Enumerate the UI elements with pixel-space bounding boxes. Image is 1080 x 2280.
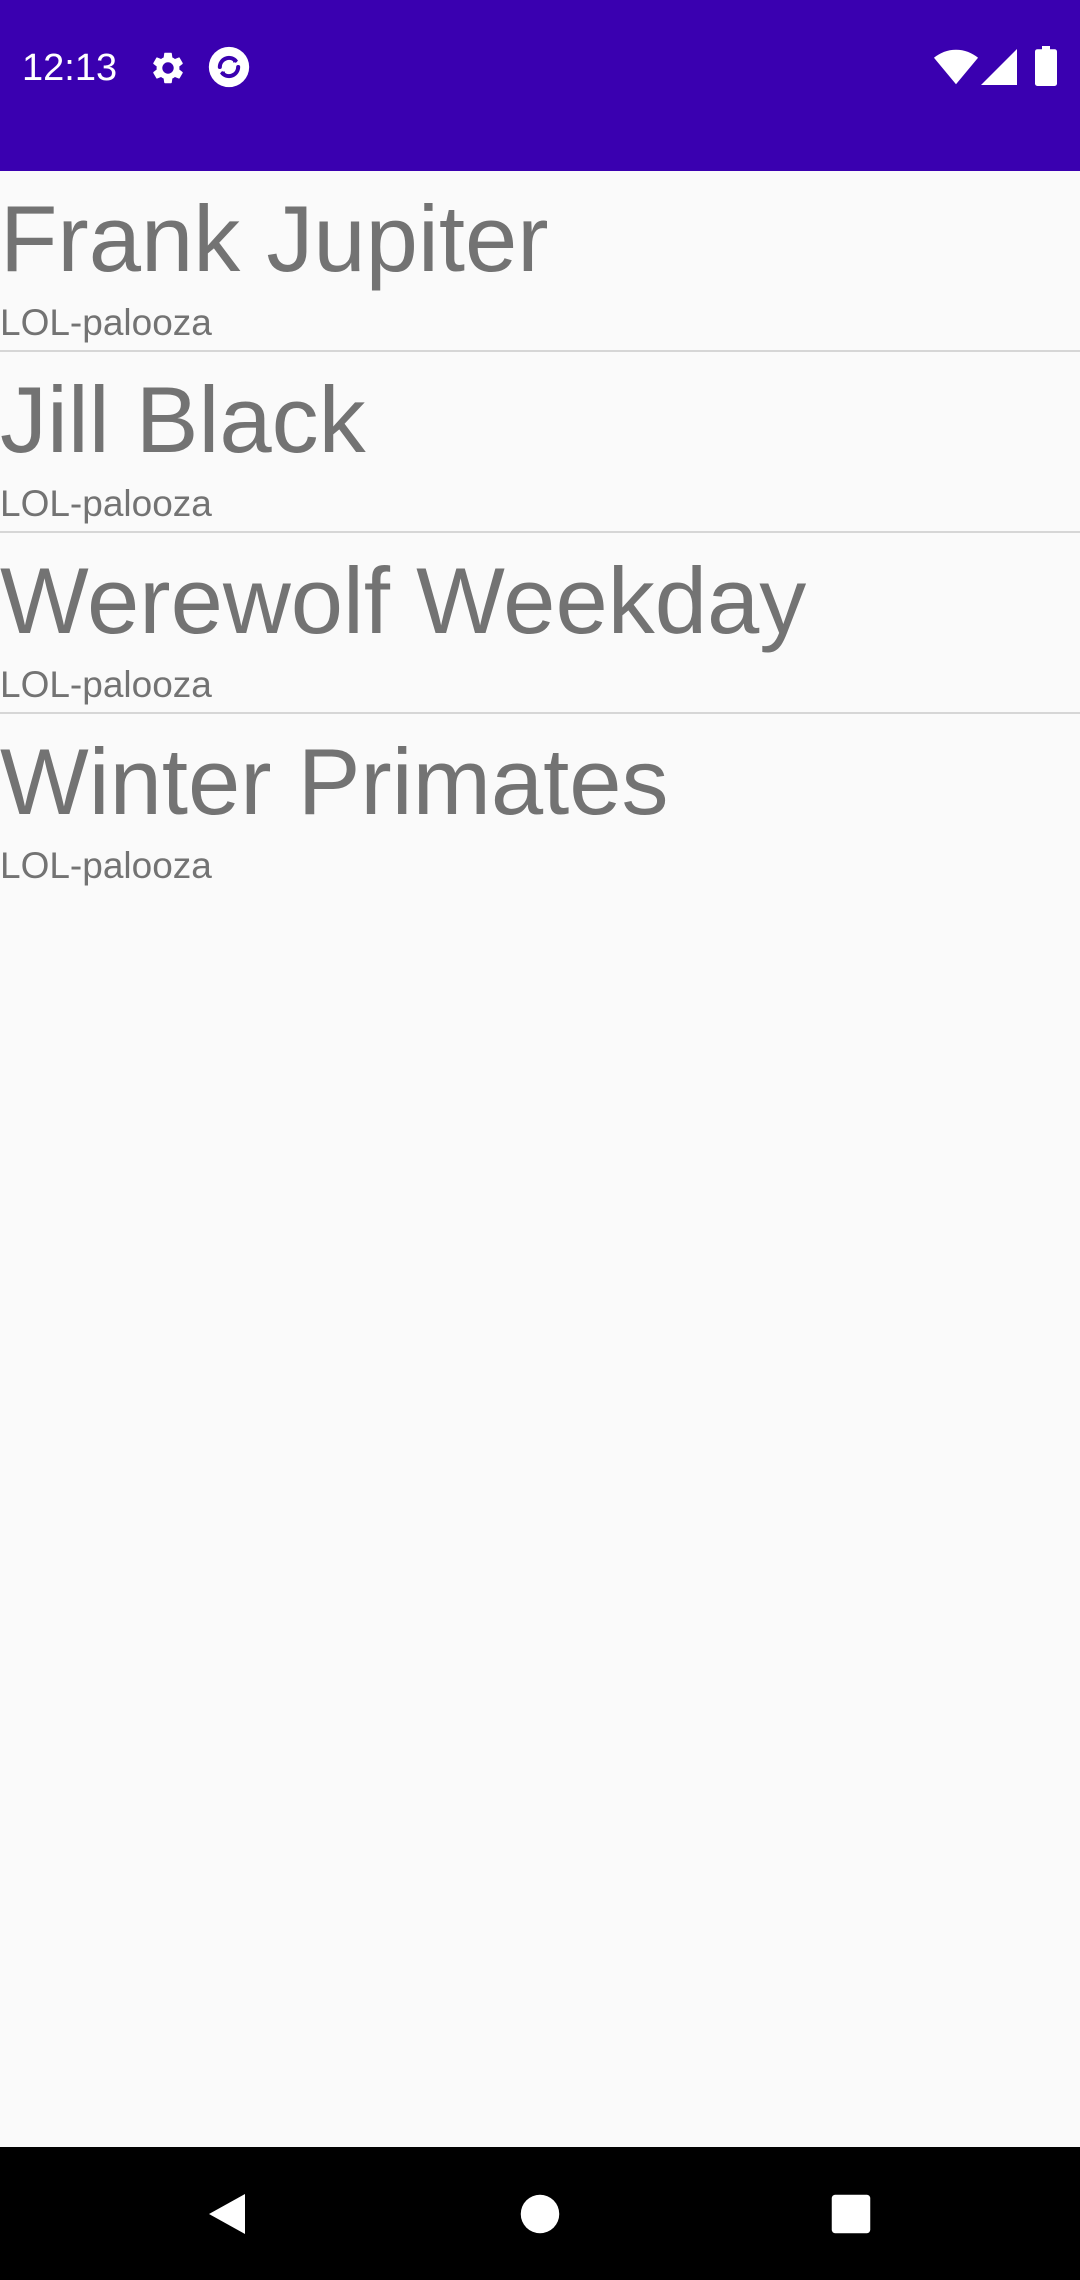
status-time: 12:13 (22, 47, 118, 89)
back-icon (209, 2193, 245, 2234)
item-subtitle: LOL-palooza (0, 664, 212, 705)
item-title: Werewolf Weekday (0, 548, 807, 653)
item-list: Frank Jupiter LOL-palooza Jill Black LOL… (0, 171, 1080, 895)
item-title: Jill Black (0, 367, 366, 472)
sync-icon (208, 46, 250, 88)
back-button[interactable] (157, 2147, 297, 2280)
list-item[interactable]: Winter Primates LOL-palooza (0, 714, 1080, 895)
list-item[interactable]: Frank Jupiter LOL-palooza (0, 171, 1080, 352)
home-button[interactable] (470, 2147, 610, 2280)
cellular-signal-icon (981, 49, 1017, 85)
navigation-bar (0, 2147, 1080, 2280)
item-subtitle: LOL-palooza (0, 302, 212, 343)
item-title: Winter Primates (0, 729, 669, 834)
item-title: Frank Jupiter (0, 186, 549, 291)
item-subtitle: LOL-palooza (0, 483, 212, 524)
recents-button[interactable] (781, 2147, 921, 2280)
recents-icon (831, 2194, 871, 2233)
item-subtitle: LOL-palooza (0, 845, 212, 886)
list-item[interactable]: Jill Black LOL-palooza (0, 352, 1080, 533)
status-bar: 12:13 (0, 0, 1080, 171)
battery-icon (1035, 46, 1057, 86)
wifi-icon (933, 49, 979, 85)
gear-icon (153, 52, 183, 84)
list-item[interactable]: Werewolf Weekday LOL-palooza (0, 533, 1080, 714)
home-icon (520, 2194, 560, 2233)
